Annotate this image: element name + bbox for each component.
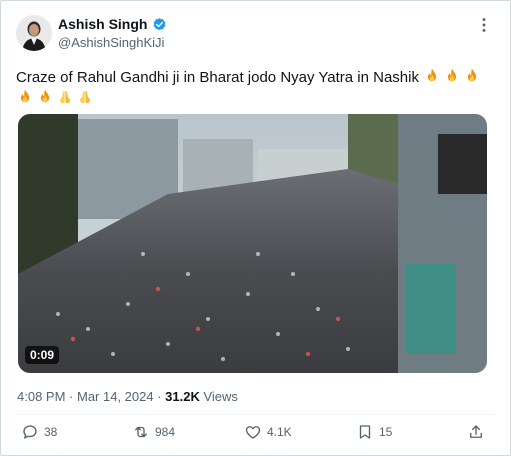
bookmark-count: 15: [379, 425, 393, 439]
fire-emoji-icon: [443, 67, 461, 85]
views-label: Views: [203, 389, 238, 404]
verified-badge-icon: [152, 17, 167, 32]
share-button[interactable]: [467, 423, 485, 441]
tweet-text: Craze of Rahul Gandhi ji in Bharat jodo …: [16, 67, 498, 109]
fire-emoji-icon: [36, 88, 54, 106]
tweet-time[interactable]: 4:08 PM: [17, 389, 65, 404]
reply-count: 38: [44, 425, 58, 439]
reply-icon: [21, 423, 39, 441]
action-bar: 38 984 4.1K 15: [1, 423, 511, 453]
repost-button[interactable]: 984: [132, 423, 175, 441]
folded-hands-emoji-icon: [76, 88, 94, 106]
video-player[interactable]: 0:09: [18, 114, 487, 373]
meta-separator-2: ·: [153, 389, 166, 404]
tweet-card: Ashish Singh @AshishSinghKiJi Craze of R…: [0, 0, 511, 456]
more-options-icon[interactable]: [474, 15, 494, 35]
video-duration: 0:09: [25, 346, 60, 364]
author-avatar[interactable]: [16, 15, 52, 51]
repost-icon: [132, 423, 150, 441]
tweet-meta: 4:08 PM · Mar 14, 2024 · 31.2K Views: [17, 389, 238, 404]
tweet-body: Craze of Rahul Gandhi ji in Bharat jodo …: [16, 69, 419, 86]
share-icon: [467, 423, 485, 441]
heart-icon: [244, 423, 262, 441]
fire-emoji-icon: [423, 67, 441, 85]
views-count: 31.2K: [165, 389, 200, 404]
tweet-date[interactable]: Mar 14, 2024: [77, 389, 154, 404]
video-thumbnail: [18, 114, 487, 373]
repost-count: 984: [155, 425, 176, 439]
like-count: 4.1K: [267, 425, 292, 439]
meta-separator: ·: [65, 389, 77, 404]
author-display-name[interactable]: Ashish Singh: [58, 16, 147, 32]
reply-button[interactable]: 38: [21, 423, 57, 441]
bookmark-icon: [356, 423, 374, 441]
bookmark-button[interactable]: 15: [356, 423, 392, 441]
divider: [16, 414, 495, 415]
like-button[interactable]: 4.1K: [244, 423, 292, 441]
fire-emoji-icon: [16, 88, 34, 106]
fire-emoji-icon: [463, 67, 481, 85]
folded-hands-emoji-icon: [56, 88, 74, 106]
author-handle[interactable]: @AshishSinghKiJi: [58, 35, 164, 50]
